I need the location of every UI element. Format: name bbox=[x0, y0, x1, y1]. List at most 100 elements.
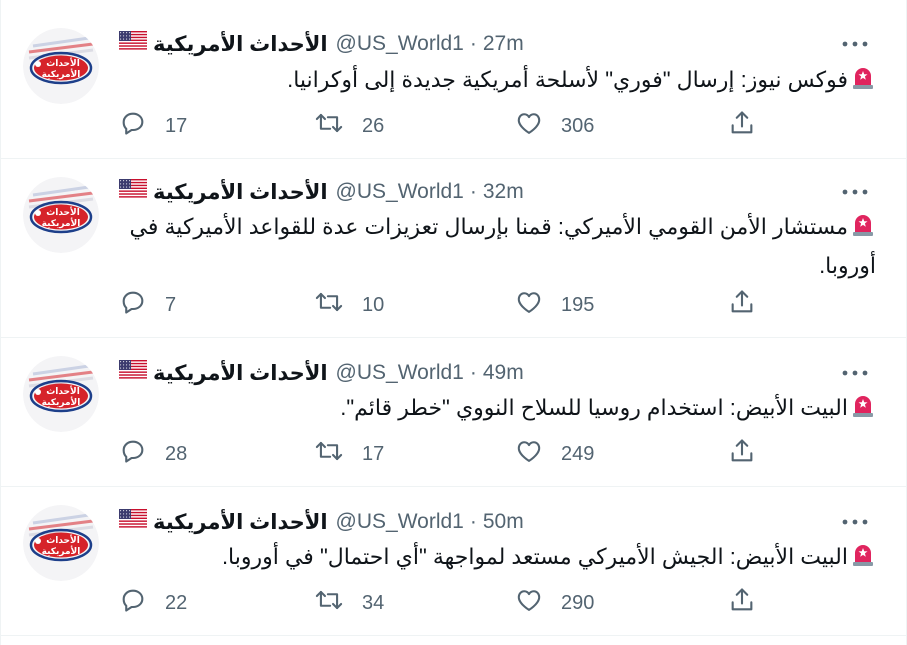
tweet[interactable]: الأحداث الأمريكية الأحداث الأمريكية @US_… bbox=[1, 338, 906, 487]
share-button[interactable] bbox=[728, 111, 756, 141]
reply-button[interactable]: 17 bbox=[119, 111, 187, 141]
user-handle[interactable]: @US_World1 bbox=[336, 510, 464, 534]
reply-icon bbox=[119, 109, 165, 143]
svg-text:الأمريكية: الأمريكية bbox=[42, 68, 81, 80]
separator-dot: · bbox=[469, 32, 477, 55]
tweet[interactable]: الأحداث الأمريكية الأحداث الأمريكية @US_… bbox=[1, 0, 906, 159]
reply-icon bbox=[119, 437, 165, 471]
tweet-header: الأحداث الأمريكية @US_World1 · 50m bbox=[119, 509, 524, 535]
like-button[interactable]: 249 bbox=[515, 439, 594, 469]
share-icon bbox=[728, 109, 756, 143]
heart-icon bbox=[515, 109, 561, 143]
tweet-header: الأحداث الأمريكية @US_World1 · 27m bbox=[119, 31, 524, 57]
more-options-button[interactable] bbox=[838, 361, 872, 385]
tweet-header: الأحداث الأمريكية @US_World1 · 32m bbox=[119, 179, 524, 205]
retweet-button[interactable]: 34 bbox=[314, 588, 384, 618]
svg-text:الأحداث: الأحداث bbox=[46, 57, 80, 69]
share-button[interactable] bbox=[728, 290, 756, 320]
avatar[interactable]: الأحداث الأمريكية bbox=[23, 356, 99, 432]
retweet-count: 10 bbox=[362, 293, 385, 316]
tweet-text: البيت الأبيض: الجيش الأميركي مستعد لمواج… bbox=[119, 539, 876, 578]
tweet-actions: 22 34 290 bbox=[119, 588, 759, 618]
avatar[interactable]: الأحداث الأمريكية bbox=[23, 177, 99, 253]
share-icon bbox=[728, 437, 756, 471]
timeline-feed: الأحداث الأمريكية الأحداث الأمريكية @US_… bbox=[0, 0, 907, 645]
retweet-button[interactable]: 26 bbox=[314, 111, 384, 141]
like-count: 290 bbox=[561, 591, 595, 614]
siren-icon bbox=[850, 64, 876, 101]
siren-icon bbox=[850, 211, 876, 248]
us-flag-icon bbox=[119, 31, 147, 57]
svg-text:الأمريكية: الأمريكية bbox=[42, 217, 81, 229]
siren-icon bbox=[850, 541, 876, 578]
separator-dot: · bbox=[469, 180, 477, 203]
tweet[interactable]: الأحداث الأمريكية الأحداث الأمريكية @US_… bbox=[1, 487, 906, 636]
reply-count: 17 bbox=[165, 114, 188, 137]
tweet-header: الأحداث الأمريكية @US_World1 · 49m bbox=[119, 360, 524, 386]
reply-count: 7 bbox=[165, 293, 177, 316]
tweet-text: فوكس نيوز: إرسال "فوري" لأسلحة أمريكية ج… bbox=[119, 62, 876, 101]
us-flag-icon bbox=[119, 360, 147, 386]
reply-count: 22 bbox=[165, 591, 188, 614]
like-button[interactable]: 195 bbox=[515, 290, 594, 320]
us-flag-icon bbox=[119, 509, 147, 535]
tweet-text-content: البيت الأبيض: الجيش الأميركي مستعد لمواج… bbox=[221, 544, 848, 569]
us-flag-icon bbox=[119, 179, 147, 205]
display-name[interactable]: الأحداث الأمريكية bbox=[153, 180, 328, 205]
reply-icon bbox=[119, 288, 165, 322]
reply-button[interactable]: 7 bbox=[119, 290, 176, 320]
separator-dot: · bbox=[469, 510, 477, 533]
reply-count: 28 bbox=[165, 442, 188, 465]
svg-text:الأمريكية: الأمريكية bbox=[42, 545, 81, 557]
svg-text:الأمريكية: الأمريكية bbox=[42, 396, 81, 408]
more-options-button[interactable] bbox=[838, 510, 872, 534]
heart-icon bbox=[515, 288, 561, 322]
retweet-count: 17 bbox=[362, 442, 385, 465]
tweet-actions: 7 10 195 bbox=[119, 290, 759, 320]
retweet-button[interactable]: 10 bbox=[314, 290, 384, 320]
retweet-button[interactable]: 17 bbox=[314, 439, 384, 469]
retweet-count: 26 bbox=[362, 114, 385, 137]
avatar[interactable]: الأحداث الأمريكية bbox=[23, 505, 99, 581]
tweet[interactable]: الأحداث الأمريكية الأحداث الأمريكية @US_… bbox=[1, 159, 906, 338]
reply-button[interactable]: 28 bbox=[119, 439, 187, 469]
reply-button[interactable]: 22 bbox=[119, 588, 187, 618]
display-name[interactable]: الأحداث الأمريكية bbox=[153, 510, 328, 535]
more-options-button[interactable] bbox=[838, 32, 872, 56]
separator-dot: · bbox=[469, 361, 477, 384]
retweet-icon bbox=[314, 437, 362, 471]
like-count: 306 bbox=[561, 114, 595, 137]
like-count: 195 bbox=[561, 293, 595, 316]
heart-icon bbox=[515, 437, 561, 471]
share-icon bbox=[728, 586, 756, 620]
user-handle[interactable]: @US_World1 bbox=[336, 361, 464, 385]
like-count: 249 bbox=[561, 442, 595, 465]
reply-icon bbox=[119, 586, 165, 620]
user-handle[interactable]: @US_World1 bbox=[336, 180, 464, 204]
tweet-actions: 28 17 249 bbox=[119, 439, 759, 469]
display-name[interactable]: الأحداث الأمريكية bbox=[153, 361, 328, 386]
retweet-icon bbox=[314, 586, 362, 620]
tweet-text-content: البيت الأبيض: استخدام روسيا للسلاح النوو… bbox=[340, 395, 848, 420]
retweet-count: 34 bbox=[362, 591, 385, 614]
tweet-text-content: فوكس نيوز: إرسال "فوري" لأسلحة أمريكية ج… bbox=[287, 67, 848, 92]
tweet-text: البيت الأبيض: استخدام روسيا للسلاح النوو… bbox=[119, 390, 876, 429]
svg-text:الأحداث: الأحداث bbox=[46, 385, 80, 397]
tweet-timestamp[interactable]: 32m bbox=[483, 180, 524, 204]
share-icon bbox=[728, 288, 756, 322]
heart-icon bbox=[515, 586, 561, 620]
like-button[interactable]: 290 bbox=[515, 588, 594, 618]
tweet-timestamp[interactable]: 49m bbox=[483, 361, 524, 385]
avatar[interactable]: الأحداث الأمريكية bbox=[23, 28, 99, 104]
more-options-button[interactable] bbox=[838, 180, 872, 204]
display-name[interactable]: الأحداث الأمريكية bbox=[153, 32, 328, 57]
tweet-text: مستشار الأمن القومي الأميركي: قمنا بإرسا… bbox=[119, 209, 876, 284]
share-button[interactable] bbox=[728, 588, 756, 618]
like-button[interactable]: 306 bbox=[515, 111, 594, 141]
tweet-actions: 17 26 306 bbox=[119, 111, 759, 141]
tweet-timestamp[interactable]: 50m bbox=[483, 510, 524, 534]
share-button[interactable] bbox=[728, 439, 756, 469]
tweet-timestamp[interactable]: 27m bbox=[483, 32, 524, 56]
user-handle[interactable]: @US_World1 bbox=[336, 32, 464, 56]
siren-icon bbox=[850, 392, 876, 429]
